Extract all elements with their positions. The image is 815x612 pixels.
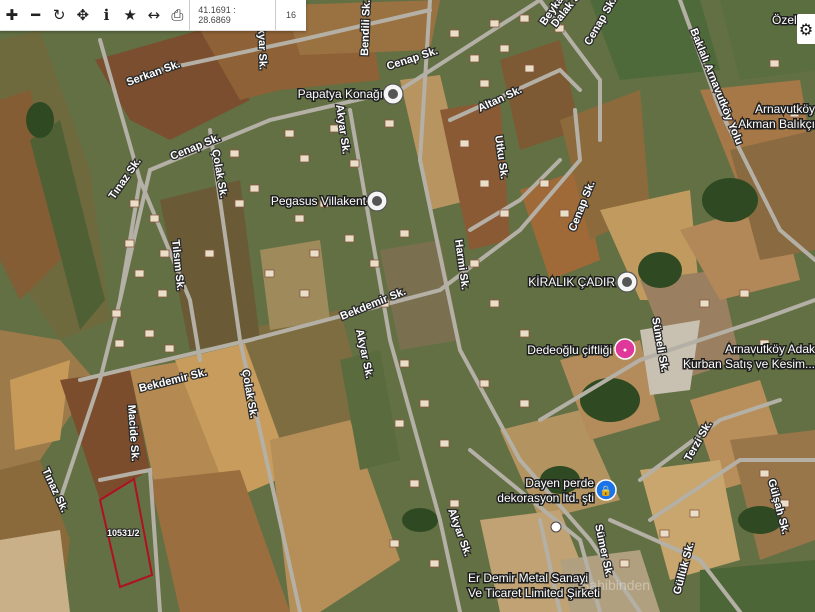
poi-ozel[interactable]: Özel [771,12,799,29]
watermark: Sahibinden [580,577,650,593]
locate-icon: ✥ [76,6,90,24]
coordinate-readout: 41.1691 : 28.6869 [189,0,275,30]
svg-text:Özel: Özel [772,13,797,27]
svg-text:Dedeoğlu çiftliği: Dedeoğlu çiftliği [527,343,612,357]
svg-text:Dayen perde: Dayen perde [525,476,594,490]
svg-text:Papatya Konağı: Papatya Konağı [298,87,383,101]
measure-button[interactable]: ↔ [142,0,166,30]
zoom-out-button[interactable]: ━ [24,0,48,30]
zoom-level: 16 [274,0,306,30]
parcel-label: 10531/2 [107,528,140,538]
svg-text:dekorasyon ltd. şti: dekorasyon ltd. şti [497,491,594,505]
svg-text:🔒: 🔒 [600,485,612,497]
svg-text:Er Demir Metal Sanayi: Er Demir Metal Sanayi [468,571,588,585]
svg-text:Arnavutköy: Arnavutköy [755,102,815,116]
info-button[interactable]: ℹ [95,0,119,30]
locate-button[interactable]: ✥ [71,0,95,30]
svg-text:●: ● [623,347,627,354]
road-label: Bendili Sk. [359,0,373,56]
favorite-button[interactable]: ★ [118,0,142,30]
measure-icon: ↔ [147,6,161,24]
refresh-icon: ↻ [52,6,66,24]
satellite-map[interactable]: 10531/2 Serkan Sk. Cenap Sk. Cenap Sk. C… [0,0,815,612]
svg-text:Pegasus Villakent: Pegasus Villakent [271,194,367,208]
star-icon: ★ [123,6,137,24]
svg-text:Kurban Satış ve Kesim...: Kurban Satış ve Kesim... [683,357,815,371]
svg-text:Arnavutköy Adak: Arnavutköy Adak [725,342,815,356]
print-icon: ⎙ [171,6,184,24]
refresh-button[interactable]: ↻ [47,0,71,30]
minus-icon: ━ [30,6,40,24]
svg-text:KİRALIK ÇADIR: KİRALIK ÇADIR [528,275,615,289]
info-icon: ℹ [103,6,110,24]
settings-button[interactable]: ⚙ [797,14,815,44]
zoom-in-button[interactable]: ✚ [0,0,24,30]
print-button[interactable]: ⎙ [166,0,190,30]
plus-icon: ✚ [5,6,19,24]
svg-text:Akman Balıkçı: Akman Balıkçı [738,117,815,131]
metro-icon [550,521,562,533]
map-toolbar: ✚ ━ ↻ ✥ ℹ ★ ↔ ⎙ 41.1691 : 28.6869 16 [0,0,306,31]
gear-icon: ⚙ [798,19,814,39]
